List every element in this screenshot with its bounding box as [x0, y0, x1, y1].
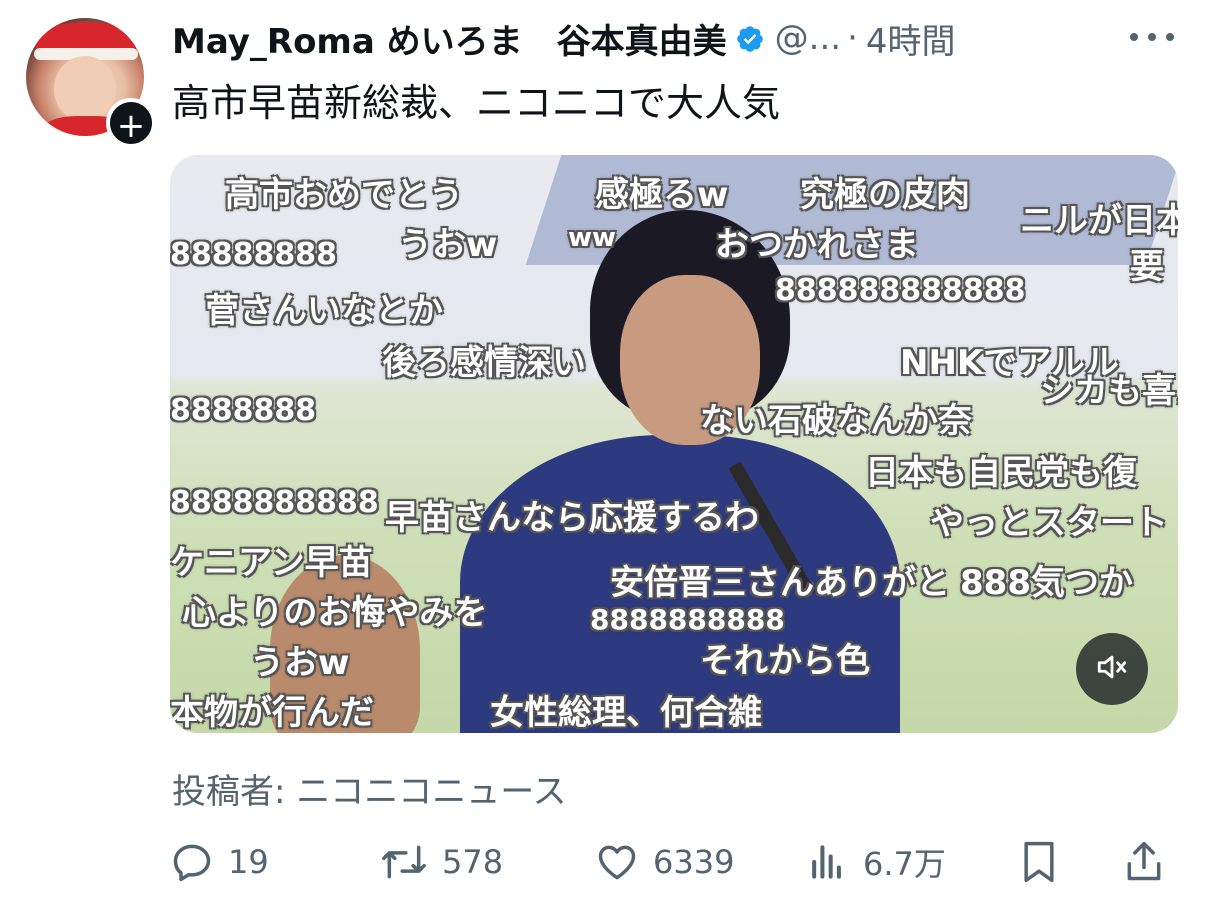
bookmark-icon	[1017, 838, 1061, 886]
danmaku-comment: 本物が行んだ	[170, 693, 374, 733]
share-button[interactable]	[1122, 838, 1166, 886]
like-icon	[595, 840, 639, 884]
danmaku-comment: ない石破なんか奈	[700, 401, 972, 441]
repost-icon	[380, 840, 428, 884]
reply-count: 19	[228, 843, 269, 881]
danmaku-comment: 心よりのお悔やみを	[182, 593, 488, 633]
plus-icon: +	[116, 106, 146, 146]
follow-button[interactable]: +	[106, 98, 156, 148]
separator-dot: ·	[847, 18, 858, 58]
like-button[interactable]: 6339	[595, 840, 805, 884]
danmaku-comment: 8888888	[170, 393, 317, 428]
share-icon	[1122, 838, 1166, 886]
bookmark-button[interactable]	[1017, 838, 1122, 886]
danmaku-comment: 後ろ感情深い	[382, 343, 586, 383]
danmaku-comment: 安倍晋三さんありがと	[610, 563, 950, 603]
danmaku-comment: 日本も自民党も復	[865, 453, 1137, 493]
video-player[interactable]: 高市おめでとう 感極るw 究極の皮肉 ニルが日本の うおw ww おつかれさま …	[170, 155, 1178, 733]
danmaku-comment: 88888888	[170, 237, 337, 272]
danmaku-comment: 菅さんいなとか	[205, 291, 443, 331]
repost-count: 578	[442, 843, 504, 881]
danmaku-comment: ケニアン早苗	[170, 543, 373, 583]
like-count: 6339	[653, 843, 735, 881]
user-handle[interactable]: @...	[775, 18, 841, 58]
danmaku-comment: シカも喜ん	[1040, 371, 1178, 411]
display-name[interactable]: May_Roma めいろま 谷本真由美	[172, 14, 727, 63]
more-dot	[1166, 33, 1174, 41]
danmaku-comment: おつかれさま	[715, 225, 919, 265]
danmaku-comment: 高市おめでとう	[225, 175, 463, 215]
danmaku-comment: ww	[568, 223, 617, 253]
danmaku-comment: 要	[1130, 247, 1164, 287]
more-dot	[1130, 33, 1138, 41]
views-icon	[805, 840, 849, 884]
tweet-text: 高市早苗新総裁、ニコニコで大人気	[172, 81, 781, 125]
danmaku-comment: 8888888888	[590, 603, 785, 636]
action-bar: 19 578 6339 6.7万	[170, 832, 1180, 892]
media-source-attribution[interactable]: 投稿者: ニコニコニュース	[172, 764, 567, 813]
danmaku-comment: ニルが日本の	[1020, 201, 1178, 241]
mute-icon	[1095, 650, 1129, 688]
verified-icon	[735, 23, 765, 53]
danmaku-comment: うおw	[398, 225, 498, 265]
danmaku-comment: うおw	[250, 643, 350, 683]
more-dot	[1148, 33, 1156, 41]
views-button[interactable]: 6.7万	[805, 839, 1017, 885]
danmaku-comment: それから色	[700, 641, 870, 681]
view-count: 6.7万	[863, 845, 946, 883]
more-icon[interactable]	[1130, 22, 1174, 52]
reply-icon	[170, 840, 214, 884]
danmaku-comment: 究極の皮肉	[800, 175, 970, 215]
repost-button[interactable]: 578	[380, 840, 595, 884]
mute-button[interactable]	[1076, 633, 1148, 705]
danmaku-comment: 早苗さんなら応援するわ	[385, 498, 759, 538]
danmaku-comment: 888888888888	[775, 273, 1026, 308]
tweet[interactable]: + May_Roma めいろま 谷本真由美 @... · 4時間 高市早苗新総裁…	[0, 0, 1206, 897]
timestamp[interactable]: 4時間	[866, 14, 956, 63]
avatar-face	[54, 56, 116, 122]
reply-button[interactable]: 19	[170, 840, 380, 884]
danmaku-comment: 女性総理、何合雑	[490, 693, 762, 733]
avatar-container[interactable]: +	[26, 18, 156, 148]
danmaku-comment: 8888888888	[170, 485, 379, 520]
danmaku-comment: 感極るw	[595, 175, 729, 215]
danmaku-comment: 888気つか	[960, 563, 1133, 603]
danmaku-comment: やっとスタート	[930, 503, 1168, 543]
tweet-header: May_Roma めいろま 谷本真由美 @... · 4時間	[172, 14, 956, 63]
